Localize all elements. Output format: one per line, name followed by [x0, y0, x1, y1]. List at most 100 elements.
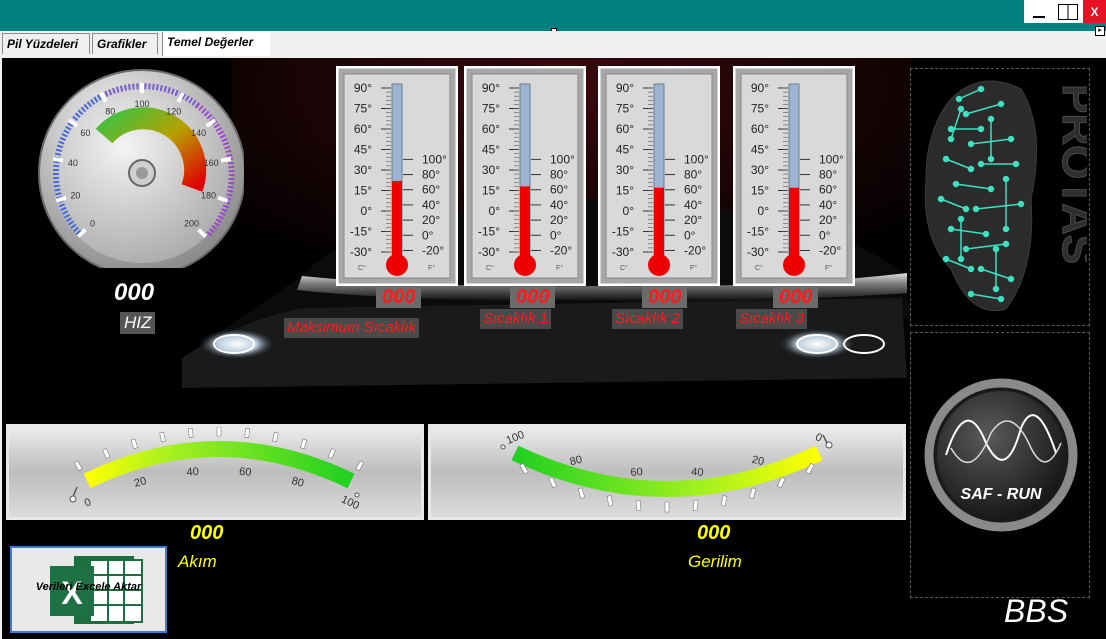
- thermo-f-label: -20°: [422, 243, 444, 257]
- thermo-f-label: 0°: [819, 228, 831, 242]
- tab-bar: Pil Yüzdeleri Grafikler Temel Değerler: [0, 31, 1106, 56]
- thermo-f-label: 100°: [684, 152, 709, 166]
- thermo-c-label: 30°: [354, 163, 372, 177]
- max-temp-value: 000: [376, 286, 422, 308]
- speed-label: HIZ: [120, 312, 156, 334]
- thermometer: 90°75°60°45°30°15°0°-15°-30°100°80°60°40…: [464, 66, 586, 286]
- speed-tick-label: 140: [191, 128, 206, 138]
- thermo-f-label: 40°: [550, 198, 568, 212]
- thermo-f-label: 60°: [550, 183, 568, 197]
- thermo-f-label: 20°: [684, 213, 702, 227]
- thermo-f-label: 20°: [422, 213, 440, 227]
- thermo-c-label: -15°: [747, 225, 769, 239]
- minimize-icon: [1032, 15, 1045, 18]
- thermo-f-label: 60°: [422, 183, 440, 197]
- maximize-button[interactable]: [1053, 0, 1083, 23]
- speed-tick-label: 180: [201, 191, 216, 201]
- tab-temel-degerler[interactable]: Temel Değerler: [162, 32, 270, 56]
- thermo-f-label: 80°: [684, 168, 702, 182]
- temp1-value: 000: [510, 286, 556, 308]
- speed-gauge: 0 20 40 60 80 100 120 140 160 180 200: [38, 69, 244, 268]
- thermo-c-label: -15°: [612, 225, 634, 239]
- thermo-f-label: -20°: [684, 243, 706, 257]
- speed-tick-label: 100: [134, 99, 149, 109]
- thermo-c-label: 0°: [758, 204, 770, 218]
- thermo-c-label: -30°: [747, 245, 769, 259]
- thermo-c-label: 75°: [482, 102, 500, 116]
- bbs-logo: BBS: [1004, 593, 1069, 629]
- thermo-c-label: 75°: [616, 102, 634, 116]
- voltage-tick-mark: [664, 501, 670, 513]
- thermo-c-label: 15°: [354, 184, 372, 198]
- thermo-c-label: 15°: [482, 184, 500, 198]
- thermo-c-label: 60°: [354, 122, 372, 136]
- thermo-c-label: 15°: [751, 184, 769, 198]
- thermo-mercury: [654, 187, 664, 262]
- thermo-bulb: [783, 254, 805, 276]
- tab-pil-yuzdeleri[interactable]: Pil Yüzdeleri: [2, 33, 90, 54]
- thermo-c-label: 15°: [616, 184, 634, 198]
- thermo-c-label: 60°: [616, 122, 634, 136]
- export-excel-button[interactable]: X Verileri Excele Aktar: [10, 546, 167, 633]
- thermo-f-label: 0°: [550, 228, 562, 242]
- close-button[interactable]: X: [1083, 0, 1106, 23]
- thermometer: 90°75°60°45°30°15°0°-15°-30°100°80°60°40…: [733, 66, 855, 286]
- thermo-f-label: 60°: [684, 183, 702, 197]
- thermo-f-label: 20°: [819, 213, 837, 227]
- temp3-label: Sıcaklık 3: [736, 309, 808, 329]
- export-excel-label: Verileri Excele Aktar: [35, 581, 142, 593]
- speed-tick-label: 160: [204, 158, 219, 168]
- thermo-c-label: -30°: [350, 245, 372, 259]
- voltage-tick-label: 40: [691, 466, 704, 479]
- svg-text:C°: C°: [486, 264, 494, 272]
- thermo-c-label: 90°: [354, 81, 372, 95]
- voltage-tick-mark: [692, 500, 699, 511]
- thermo-mercury: [392, 180, 402, 262]
- thermo-c-label: 45°: [751, 143, 769, 157]
- thermo-f-label: -20°: [819, 243, 841, 257]
- speed-tick-label: 40: [68, 158, 78, 168]
- minimize-button[interactable]: [1024, 0, 1053, 23]
- thermo-f-label: 80°: [819, 168, 837, 182]
- thermo-f-label: 100°: [422, 152, 447, 166]
- thermo-c-label: 0°: [489, 204, 501, 218]
- thermo-f-label: 100°: [819, 152, 844, 166]
- thermo-mercury: [520, 186, 530, 262]
- current-tick-mark: [244, 427, 250, 438]
- thermo-c-label: 90°: [616, 81, 634, 95]
- speed-tick-label: 20: [70, 191, 80, 201]
- thermo-f-label: 0°: [684, 228, 696, 242]
- thermo-c-label: -30°: [478, 245, 500, 259]
- current-value: 000: [190, 522, 224, 544]
- tab-grafikler[interactable]: Grafikler: [92, 33, 158, 54]
- current-tick-label: 60: [239, 466, 252, 479]
- thermo-c-label: 75°: [354, 102, 372, 116]
- thermo-f-label: 20°: [550, 213, 568, 227]
- thermo-bulb: [386, 254, 408, 276]
- thermo-c-label: 30°: [482, 163, 500, 177]
- temp3-value: 000: [773, 286, 819, 308]
- protas-logo-box: PROTAS: [910, 68, 1103, 326]
- speed-value: 000: [114, 279, 155, 306]
- speed-tick-mark: [220, 156, 232, 163]
- thermo-c-label: 90°: [751, 81, 769, 95]
- thermo-c-label: 0°: [361, 204, 373, 218]
- tab-scroll-arrow-icon[interactable]: ▸: [1095, 26, 1105, 36]
- voltage-value: 000: [697, 522, 731, 544]
- speed-tick-label: 60: [80, 128, 90, 138]
- max-temp-label: Maksimum Sıcaklık: [284, 318, 420, 338]
- close-icon: X: [1090, 4, 1099, 19]
- thermo-c-label: 30°: [751, 163, 769, 177]
- thermo-bulb: [514, 254, 536, 276]
- thermo-c-label: 90°: [482, 81, 500, 95]
- temp2-label: Sıcaklık 2: [612, 309, 684, 329]
- thermo-c-label: -15°: [478, 225, 500, 239]
- current-tick-mark: [188, 427, 194, 438]
- thermo-f-label: 60°: [819, 183, 837, 197]
- current-tick-mark: [216, 426, 222, 437]
- thermometer: 90°75°60°45°30°15°0°-15°-30°100°80°60°40…: [336, 66, 458, 286]
- thermo-c-label: 60°: [751, 122, 769, 136]
- svg-text:C°: C°: [620, 264, 628, 272]
- temp2-value: 000: [642, 286, 688, 308]
- thermo-f-label: 0°: [422, 228, 434, 242]
